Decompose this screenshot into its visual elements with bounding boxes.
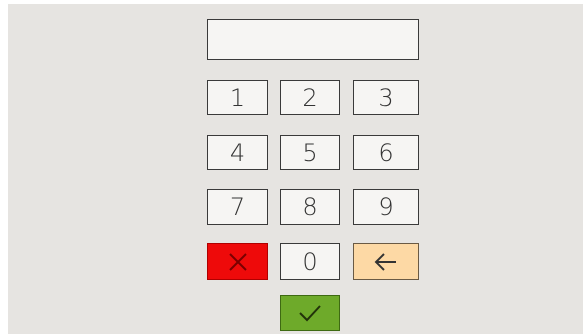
key-0-button[interactable]: 0 bbox=[280, 243, 340, 280]
key-2-button[interactable]: 2 bbox=[280, 80, 340, 115]
close-icon bbox=[227, 251, 249, 273]
key-1-button[interactable]: 1 bbox=[207, 80, 268, 115]
cancel-button[interactable] bbox=[207, 243, 268, 280]
key-9-button[interactable]: 9 bbox=[353, 189, 419, 225]
key-7-button[interactable]: 7 bbox=[207, 189, 268, 225]
keypad-panel: 1 2 3 4 5 6 7 8 9 0 bbox=[8, 4, 583, 334]
confirm-button[interactable] bbox=[280, 295, 340, 331]
key-5-button[interactable]: 5 bbox=[280, 135, 340, 170]
key-8-button[interactable]: 8 bbox=[280, 189, 340, 225]
checkmark-icon bbox=[297, 303, 323, 323]
key-6-button[interactable]: 6 bbox=[353, 135, 419, 170]
key-3-button[interactable]: 3 bbox=[353, 80, 419, 115]
backspace-button[interactable] bbox=[353, 243, 419, 280]
arrow-left-icon bbox=[373, 252, 399, 272]
pin-display-field[interactable] bbox=[207, 19, 419, 60]
key-4-button[interactable]: 4 bbox=[207, 135, 268, 170]
